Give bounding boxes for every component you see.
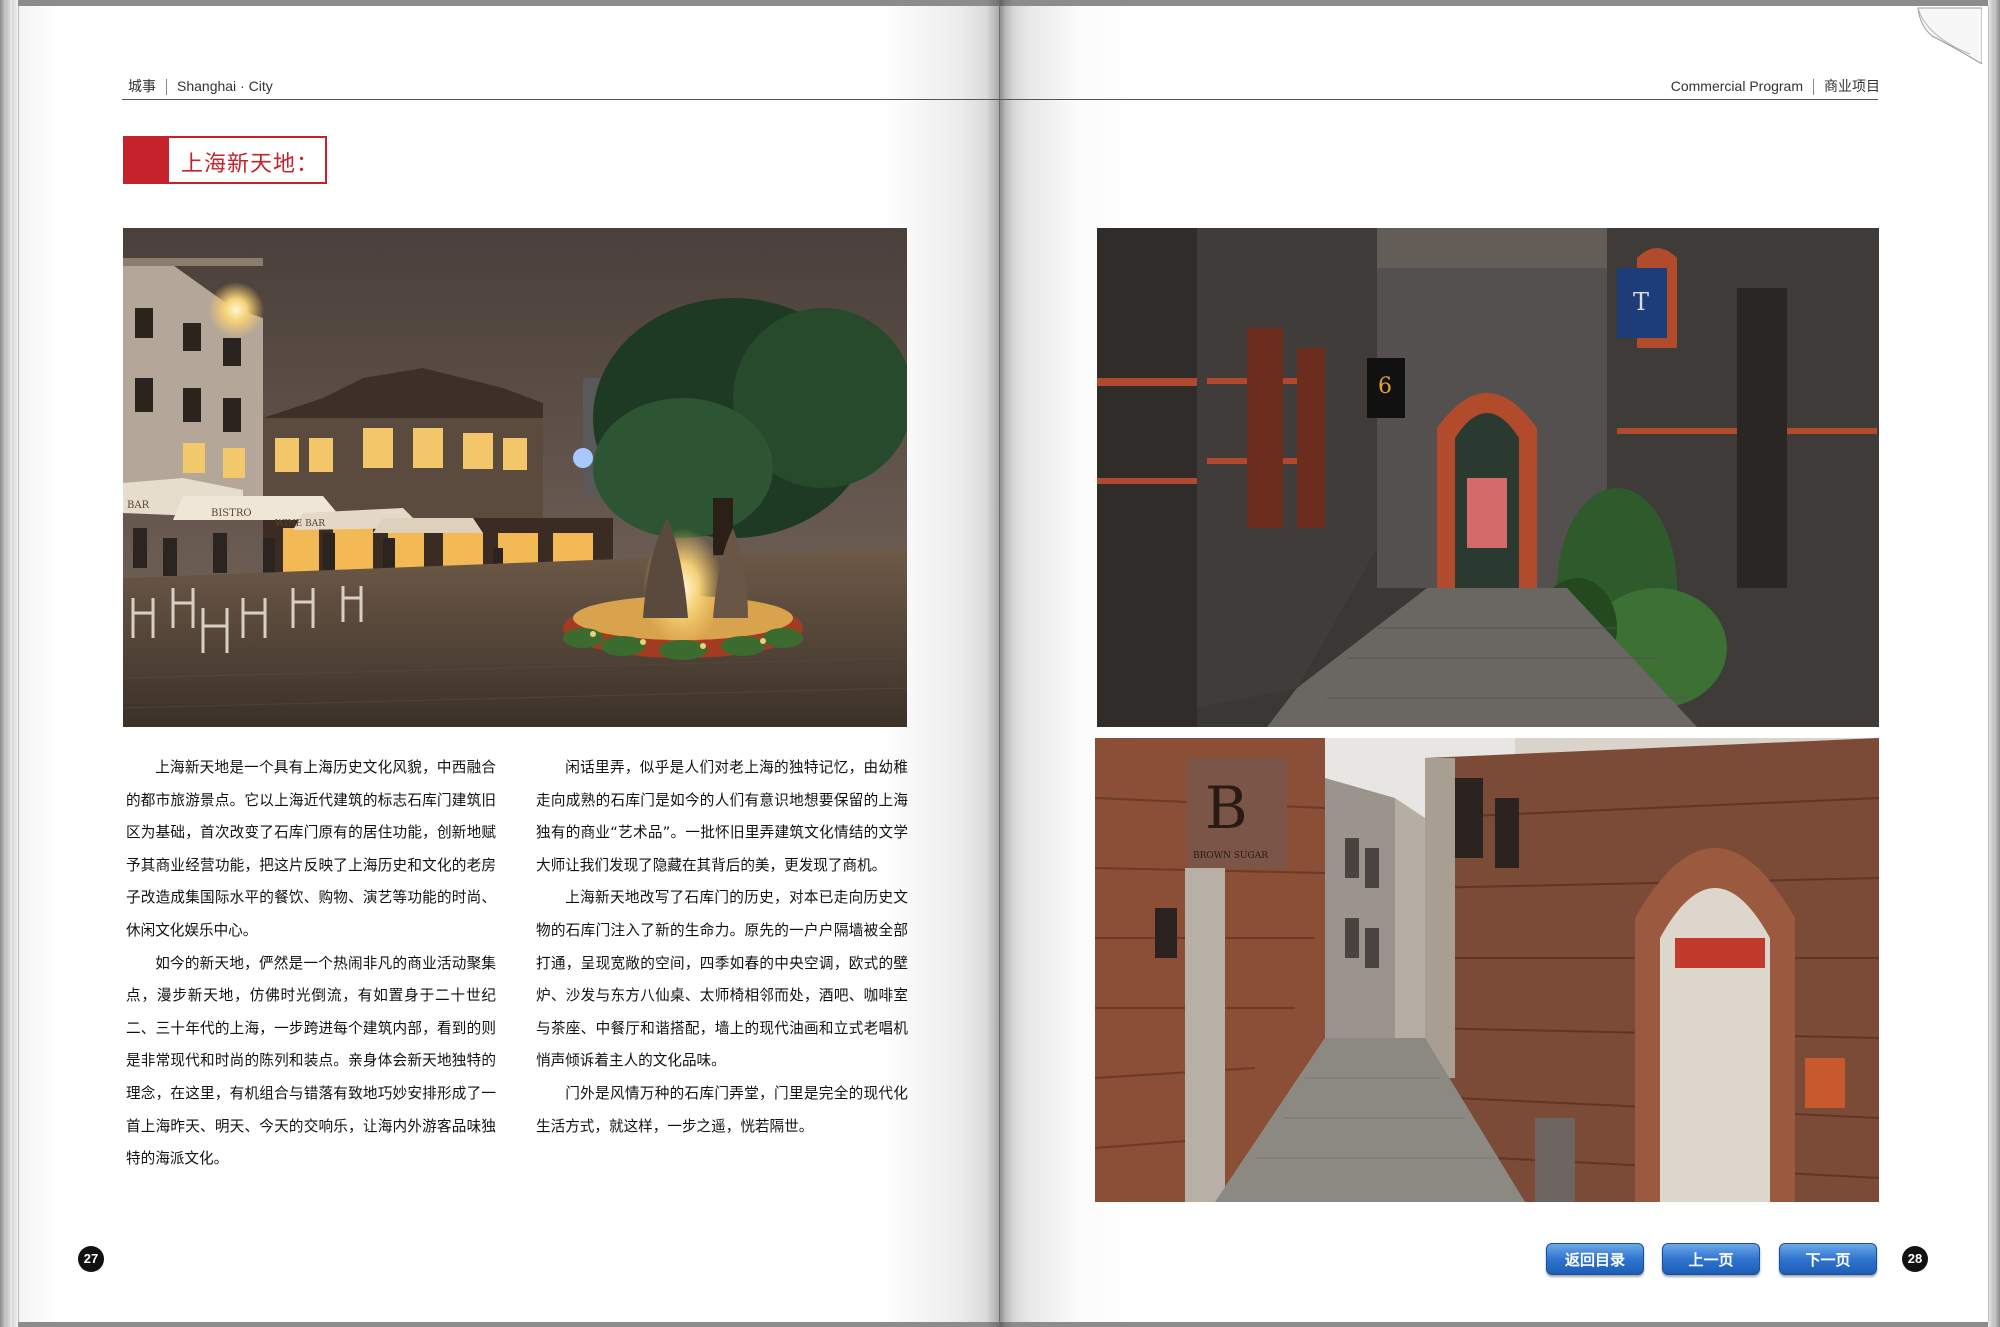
- article-column-2: 闲话里弄，似乎是人们对老上海的独特记忆，由幼稚走向成熟的石库门是如今的人们有意识…: [536, 752, 908, 1143]
- running-header-right: Commercial Program 商业项目: [1671, 76, 1880, 96]
- title-accent-block: [125, 138, 169, 182]
- awning-sign-bar: BAR: [127, 500, 150, 511]
- book-gutter: [986, 0, 1014, 1327]
- header-category-cn: 城事: [128, 78, 156, 94]
- previous-page-button[interactable]: 上一页: [1662, 1243, 1760, 1275]
- article-paragraph: 上海新天地是一个具有上海历史文化风貌，中西融合的都市旅游景点。它以上海近代建筑的…: [126, 759, 496, 939]
- page-number-right: 28: [1902, 1246, 1928, 1272]
- table-of-contents-button[interactable]: 返回目录: [1546, 1243, 1644, 1275]
- running-header-left: 城事 Shanghai · City: [128, 76, 273, 96]
- header-section-en: Commercial Program: [1670, 78, 1803, 94]
- article-paragraph: 门外是风情万种的石库门弄堂，门里是完全的现代化生活方式，就这样，一步之遥，恍若隔…: [536, 1084, 908, 1135]
- article-paragraph: 闲话里弄，似乎是人们对老上海的独特记忆，由幼稚走向成熟的石库门是如今的人们有意识…: [536, 759, 908, 874]
- next-page-button[interactable]: 下一页: [1779, 1243, 1877, 1275]
- awning-sign-bistro: BISTRO: [211, 508, 252, 519]
- photo-shikumen-lane-2: B BROWN SUGAR: [1095, 738, 1879, 1202]
- awning-sign-wine-bar: WINE BAR: [275, 519, 325, 529]
- section-title-box: 上海新天地：: [123, 136, 327, 184]
- header-category-en: Shanghai · City: [177, 78, 273, 94]
- photo-shikumen-lane-1: 6 T: [1097, 228, 1879, 727]
- article-column-1: 上海新天地是一个具有上海历史文化风貌，中西融合的都市旅游景点。它以上海近代建筑的…: [126, 752, 496, 1176]
- brown-sugar-sign: BROWN SUGAR: [1193, 851, 1268, 861]
- article-paragraph: 如今的新天地，俨然是一个热闹非凡的商业活动聚集点，漫步新天地，仿佛时光倒流，有如…: [126, 954, 496, 1168]
- header-rule-right: [1000, 99, 1878, 100]
- section-title: 上海新天地：: [181, 152, 320, 177]
- svg-text:T: T: [1633, 288, 1649, 316]
- photo-xintiandi-night-plaza: BAR BISTRO WINE BAR: [123, 228, 907, 727]
- page-stack-edge: [1994, 0, 2000, 1327]
- header-rule-left: [122, 99, 1002, 100]
- article-paragraph: 上海新天地改写了石库门的历史，对本已走向历史文物的石库门注入了新的生命力。原先的…: [536, 889, 908, 1070]
- open-book: 城事 Shanghai · City Commercial Program 商业项目…: [0, 0, 2000, 1327]
- svg-text:B: B: [1205, 774, 1248, 842]
- header-section-cn: 商业项目: [1824, 78, 1880, 94]
- page-curl-icon[interactable]: [1912, 6, 1982, 64]
- svg-text:6: 6: [1378, 374, 1392, 399]
- page-number-left: 27: [78, 1246, 104, 1272]
